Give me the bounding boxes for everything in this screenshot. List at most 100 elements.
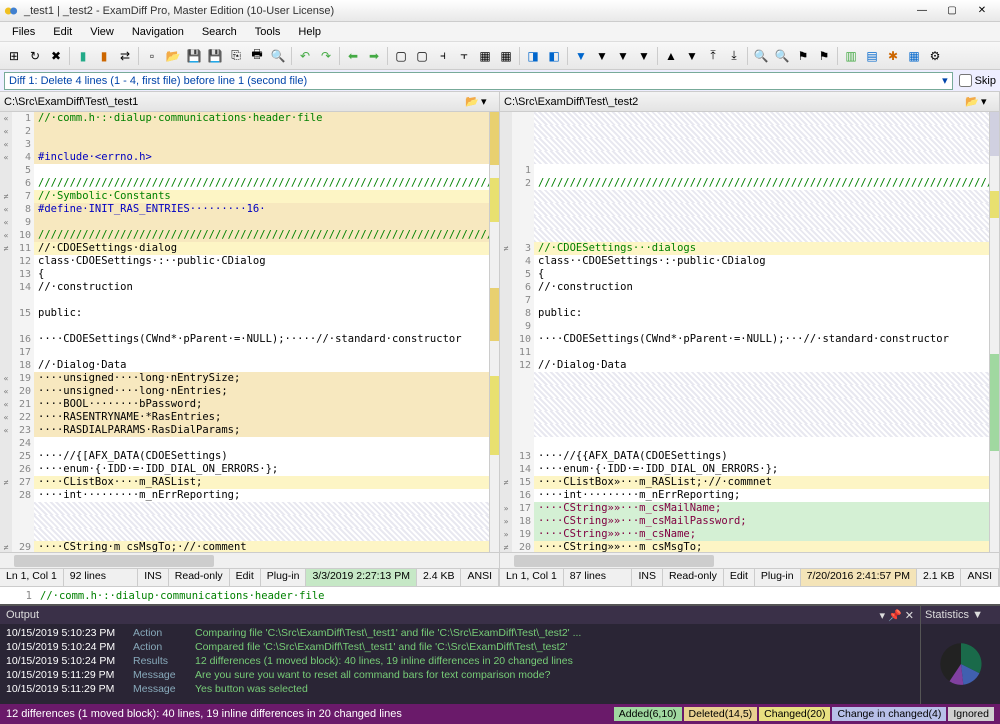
menu-view[interactable]: View [82,24,122,40]
menu-tools[interactable]: Tools [247,24,289,40]
right-ro: Read-only [663,569,724,586]
opt1-icon[interactable]: ▥ [841,46,861,66]
saveall-icon[interactable]: 💾 [205,46,225,66]
right-date: 7/20/2016 2:41:57 PM [801,569,917,586]
abort-icon[interactable]: ✖ [46,46,66,66]
pane2-icon[interactable]: ▮ [94,46,114,66]
diff-nav-bar: Diff 1: Delete 4 lines (1 - 4, first fil… [0,70,1000,92]
swap-icon[interactable]: ⇄ [115,46,135,66]
menu-edit[interactable]: Edit [45,24,80,40]
close-icon[interactable]: ✕ [905,610,914,622]
chevron-down-icon[interactable]: ▾ [981,95,995,109]
opt4-icon[interactable]: ▦ [904,46,924,66]
left-ro: Read-only [169,569,230,586]
hsplit-icon[interactable]: ⫞ [433,46,453,66]
output-log[interactable]: 10/15/2019 5:10:23 PMActionComparing fil… [0,624,920,704]
view1-icon[interactable]: ▢ [391,46,411,66]
filter2-icon[interactable]: ▼ [592,46,612,66]
diff1-icon[interactable]: ◨ [523,46,543,66]
opt2-icon[interactable]: ▤ [862,46,882,66]
first-icon[interactable]: ⤒ [703,46,723,66]
bookmark2-icon[interactable]: ⚑ [814,46,834,66]
grid2-icon[interactable]: ▦ [496,46,516,66]
left-editor[interactable]: «1//·comm.h·:·dialup·communications·head… [0,112,489,552]
chip-added[interactable]: Added(6,10) [614,707,682,721]
last-icon[interactable]: ⤓ [724,46,744,66]
output-panel: Output ▾ 📌 ✕ 10/15/2019 5:10:23 PMAction… [0,606,920,704]
redo-icon[interactable]: ↷ [316,46,336,66]
next-icon[interactable]: ➡ [364,46,384,66]
minimize-button[interactable]: — [908,3,936,19]
print-icon[interactable]: 🖶 [247,46,267,66]
prev-icon[interactable]: ⬅ [343,46,363,66]
right-overview[interactable] [989,112,999,552]
view2-icon[interactable]: ▢ [412,46,432,66]
maximize-button[interactable]: ▢ [938,3,966,19]
recompare-icon[interactable]: ↻ [25,46,45,66]
up-icon[interactable]: ▲ [661,46,681,66]
chevron-down-icon[interactable]: ▾ [481,95,495,109]
left-date: 3/3/2019 2:27:13 PM [306,569,417,586]
skip-checkbox[interactable]: Skip [959,74,996,87]
findnext-icon[interactable]: 🔍 [772,46,792,66]
find-icon[interactable]: 🔍 [751,46,771,66]
left-file-path: C:\Src\ExamDiff\Test\_test1 [4,96,463,108]
bottom-panel: Output ▾ 📌 ✕ 10/15/2019 5:10:23 PMAction… [0,604,1000,704]
preview-ln: 1 [12,590,36,602]
chip-changed[interactable]: Changed(20) [759,707,830,721]
bookmark-icon[interactable]: ⚑ [793,46,813,66]
skip-checkbox-input[interactable] [959,74,972,87]
undo-icon[interactable]: ↶ [295,46,315,66]
diff-combo[interactable]: Diff 1: Delete 4 lines (1 - 4, first fil… [4,72,953,90]
grid-icon[interactable]: ▦ [475,46,495,66]
opt3-icon[interactable]: ✱ [883,46,903,66]
down-icon[interactable]: ▼ [682,46,702,66]
right-enc: ANSI [961,569,999,586]
new-icon[interactable]: ▫ [142,46,162,66]
gear-icon[interactable]: ⚙ [925,46,945,66]
copy-icon[interactable]: ⎘ [226,46,246,66]
filter4-icon[interactable]: ▼ [634,46,654,66]
menu-search[interactable]: Search [194,24,245,40]
folder-icon[interactable]: 📂 [965,95,979,109]
stats-title[interactable]: Statistics ▼ [921,606,1000,624]
right-hscroll[interactable] [500,552,999,568]
left-pane: C:\Src\ExamDiff\Test\_test1 📂 ▾ «1//·com… [0,92,500,586]
window-titlebar: _test1 | _test2 - ExamDiff Pro, Master E… [0,0,1000,22]
compare-icon[interactable]: ⊞ [4,46,24,66]
right-plugin[interactable]: Plug-in [755,569,801,586]
stats-pie-chart [921,624,1000,704]
menu-help[interactable]: Help [290,24,329,40]
filter3-icon[interactable]: ▼ [613,46,633,66]
window-title: _test1 | _test2 - ExamDiff Pro, Master E… [24,5,908,17]
right-edit[interactable]: Edit [724,569,755,586]
right-file-path: C:\Src\ExamDiff\Test\_test2 [504,96,963,108]
right-size: 2.1 KB [917,569,962,586]
save-icon[interactable]: 💾 [184,46,204,66]
chip-deleted[interactable]: Deleted(14,5) [684,707,758,721]
folder-icon[interactable]: 📂 [465,95,479,109]
right-pane-header: C:\Src\ExamDiff\Test\_test2 📂 ▾ [500,92,999,112]
chip-cic[interactable]: Change in changed(4) [832,707,946,721]
right-ins: INS [632,569,663,586]
pane1-icon[interactable]: ▮ [73,46,93,66]
output-header: Output ▾ 📌 ✕ [0,606,920,624]
left-plugin[interactable]: Plug-in [261,569,307,586]
filter1-icon[interactable]: ▼ [571,46,591,66]
menu-files[interactable]: Files [4,24,43,40]
right-pos: Ln 1, Col 1 [500,569,564,586]
left-hscroll[interactable] [0,552,499,568]
close-button[interactable]: ✕ [968,3,996,19]
diff2-icon[interactable]: ◧ [544,46,564,66]
output-title: Output [6,609,39,621]
left-overview[interactable] [489,112,499,552]
preview-icon[interactable]: 🔍 [268,46,288,66]
menu-navigation[interactable]: Navigation [124,24,192,40]
chip-ignored[interactable]: Ignored [948,707,994,721]
main-toolbar: ⊞ ↻ ✖ ▮ ▮ ⇄ ▫ 📂 💾 💾 ⎘ 🖶 🔍 ↶ ↷ ⬅ ➡ ▢ ▢ ⫞ … [0,42,1000,70]
right-editor[interactable]: 12//////////////////////////////////////… [500,112,989,552]
vsplit-icon[interactable]: ⫟ [454,46,474,66]
left-edit[interactable]: Edit [230,569,261,586]
open-icon[interactable]: 📂 [163,46,183,66]
pin-icon[interactable]: ▾ 📌 [879,610,901,622]
